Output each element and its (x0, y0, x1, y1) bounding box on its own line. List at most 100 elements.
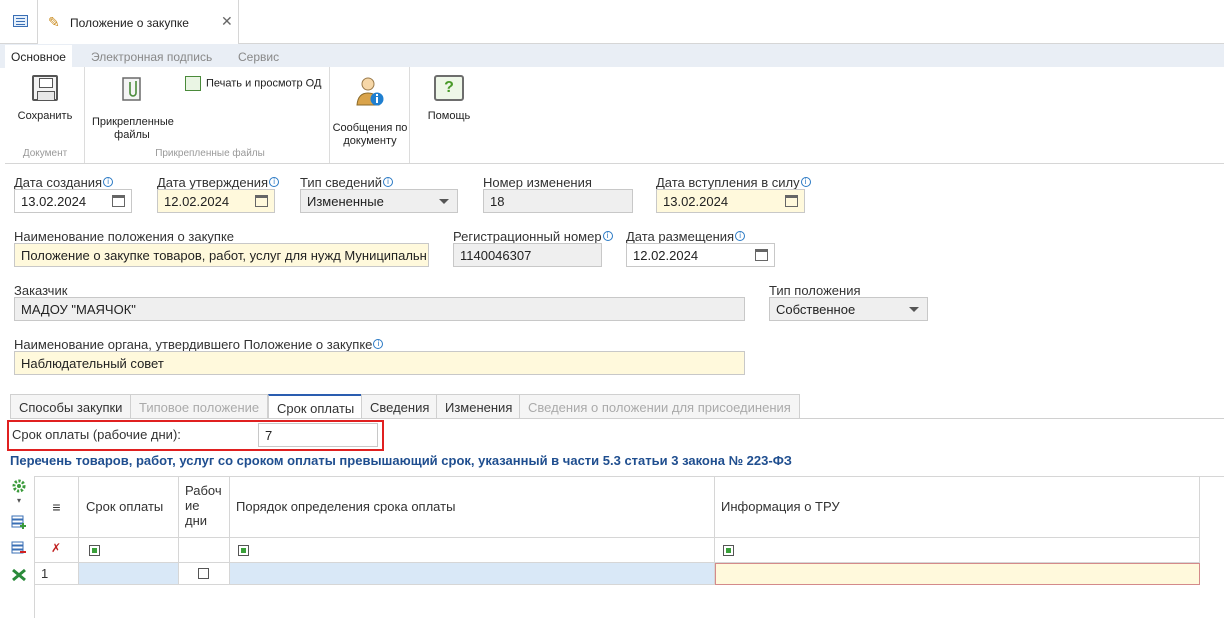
filter-clear-cell: ✗ (35, 538, 79, 563)
print-icon (185, 76, 201, 91)
document-tab-bar: ✎ Положение о закупке ✕ (0, 0, 1224, 44)
ribbon-tab-service[interactable]: Сервис (232, 45, 285, 67)
created-date-field[interactable]: 13.02.2024 (14, 189, 132, 213)
approved-date-field[interactable]: 12.02.2024 (157, 189, 275, 213)
info-type-label: Тип сведений i (300, 175, 394, 190)
attached-files-label-2: файлы (114, 129, 150, 141)
filter-checkbox (238, 545, 249, 556)
change-number-label: Номер изменения (483, 175, 592, 190)
info-icon: i (373, 339, 384, 349)
chevron-down-icon[interactable]: ▾ (17, 496, 21, 505)
tab-joining-info: Сведения о положении для присоединения (519, 394, 800, 418)
document-tab[interactable]: ✎ Положение о закупке ✕ (38, 0, 239, 44)
customer-label: Заказчик (14, 283, 68, 298)
customer-field: МАДОУ "МАЯЧОК" (14, 297, 745, 321)
clear-filter-icon[interactable]: ✗ (51, 541, 61, 555)
cell-procedure[interactable] (230, 563, 715, 585)
approving-body-field[interactable]: Наблюдательный совет (14, 351, 745, 375)
save-label: Сохранить (17, 110, 73, 122)
ribbon-tab-main[interactable]: Основное (5, 45, 72, 67)
tab-divider (10, 418, 1224, 419)
info-icon: i (735, 231, 746, 241)
placement-date-field[interactable]: 12.02.2024 (626, 243, 775, 267)
approving-body-label: Наименование органа, утвердившего Положе… (14, 337, 384, 352)
col-header-term[interactable]: Срок оплаты (79, 477, 179, 538)
filter-term[interactable] (79, 538, 179, 563)
grid-toolbar: ▾ (0, 474, 32, 618)
policy-type-select[interactable]: Собственное (769, 297, 928, 321)
calendar-icon[interactable] (255, 195, 268, 207)
change-number-field: 18 (483, 189, 633, 213)
filter-checkbox (723, 545, 734, 556)
help-button[interactable]: ? Помощь (419, 75, 479, 123)
grid-menu-icon[interactable]: ≡ (35, 477, 79, 538)
add-row-icon[interactable] (11, 514, 27, 530)
info-icon: i (383, 177, 394, 187)
close-icon[interactable]: ✕ (221, 13, 233, 30)
save-button[interactable]: Сохранить (15, 75, 75, 123)
info-icon: i (269, 177, 280, 187)
document-tab-title: Положение о закупке (70, 16, 189, 30)
filter-workdays[interactable] (179, 538, 230, 563)
calendar-icon[interactable] (785, 195, 798, 207)
cell-term[interactable] (79, 563, 179, 585)
approved-date-label: Дата утверждения i (157, 175, 280, 190)
info-icon: i (103, 177, 114, 187)
cell-workdays[interactable] (179, 563, 230, 585)
reg-number-label: Регистрационный номер i (453, 229, 613, 244)
highlight-box (7, 420, 384, 451)
messages-button[interactable]: Сообщения по документу (331, 75, 409, 148)
calendar-icon[interactable] (112, 195, 125, 207)
chevron-down-icon (439, 199, 449, 204)
col-header-tru[interactable]: Информация о ТРУ (715, 477, 1200, 538)
col-header-procedure[interactable]: Порядок определения срока оплаты (230, 477, 715, 538)
tab-changes[interactable]: Изменения (436, 394, 522, 418)
section-title: Перечень товаров, работ, услуг со сроком… (10, 453, 792, 468)
effective-date-field[interactable]: 13.02.2024 (656, 189, 805, 213)
tab-standard-policy: Типовое положение (130, 394, 269, 418)
group-separator (84, 67, 85, 163)
col-header-workdays[interactable]: Рабоч ие дни (179, 477, 230, 538)
window-list-icon (13, 15, 28, 27)
workdays-checkbox[interactable] (198, 568, 209, 579)
save-icon (32, 75, 58, 101)
messages-label-2: документу (343, 135, 397, 147)
filter-tru[interactable] (715, 538, 1200, 563)
help-label: Помощь (427, 110, 471, 122)
info-icon: i (800, 177, 811, 187)
calendar-icon[interactable] (755, 249, 768, 261)
delete-row-icon[interactable] (11, 540, 27, 556)
print-view-button[interactable]: Печать и просмотр ОД (185, 76, 321, 91)
row-number: 1 (35, 563, 79, 585)
tab-purchase-methods[interactable]: Способы закупки (10, 394, 132, 418)
settings-gear-icon[interactable] (11, 478, 27, 494)
policy-name-field[interactable]: Положение о закупке товаров, работ, услу… (14, 243, 429, 267)
effective-date-label: Дата вступления в силу i (656, 175, 811, 190)
policy-name-label: Наименование положения о закупке (14, 229, 235, 244)
tab-payment-term[interactable]: Срок оплаты (268, 394, 364, 418)
policy-type-label: Тип положения (769, 283, 861, 298)
group-separator (409, 67, 410, 163)
info-type-select[interactable]: Измененные (300, 189, 458, 213)
placement-date-label: Дата размещения i (626, 229, 746, 244)
cell-tru[interactable] (715, 563, 1200, 585)
attached-files-label-1: Прикрепленные (92, 116, 174, 128)
home-tab[interactable] (0, 0, 38, 44)
info-icon: i (602, 231, 613, 241)
group-separator (329, 67, 330, 163)
filter-procedure[interactable] (230, 538, 715, 563)
tab-info[interactable]: Сведения (361, 394, 439, 418)
ribbon-tab-signature[interactable]: Электронная подпись (85, 45, 218, 67)
group-label-attached: Прикрепленные файлы (155, 148, 265, 159)
print-label: Печать и просмотр ОД (206, 77, 322, 90)
user-info-icon (356, 77, 384, 106)
reg-number-field: 1140046307 (453, 243, 602, 267)
excel-export-icon[interactable] (11, 567, 27, 583)
attached-files-icon (122, 77, 141, 101)
ribbon: Сохранить Документ Прикрепленные файлы П… (5, 67, 1224, 164)
pencil-icon: ✎ (48, 14, 60, 30)
help-icon: ? (434, 75, 464, 101)
attached-files-button[interactable]: Прикрепленные файлы (92, 75, 174, 142)
tru-grid: ≡ Срок оплаты Рабоч ие дни Порядок опред… (34, 476, 1224, 618)
group-label-document: Документ (22, 148, 68, 159)
